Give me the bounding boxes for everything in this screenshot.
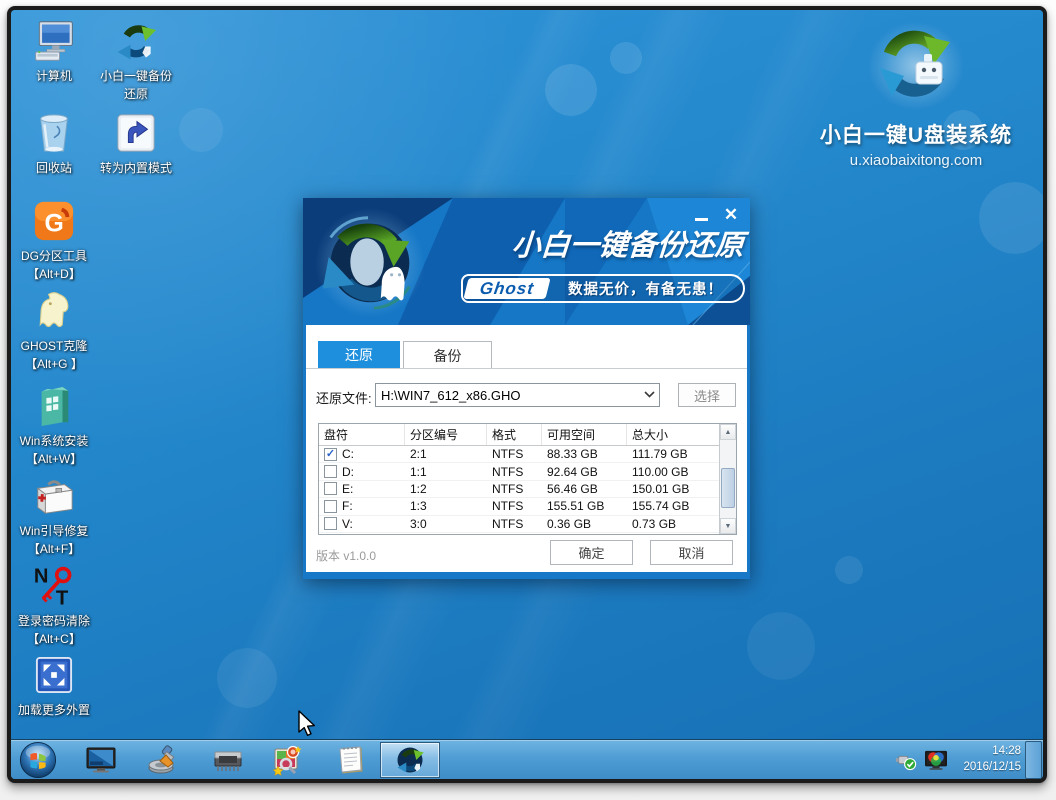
desktop-icon-computer[interactable]: 计算机 xyxy=(11,18,97,85)
col-partition: 分区编号 xyxy=(405,424,487,445)
start-button[interactable] xyxy=(19,741,57,779)
table-scrollbar[interactable]: ▲ ▼ xyxy=(719,424,736,534)
show-desktop-button[interactable] xyxy=(1025,741,1042,779)
ghost-clone-icon xyxy=(31,288,77,334)
col-free: 可用空间 xyxy=(542,424,627,445)
desktop-icon-label: 小白一键备份 还原 xyxy=(100,67,172,103)
dialog-body: 还原 备份 还原文件: H:\WIN7_612_x86.GHO 选择 盘符 分区… xyxy=(306,325,747,572)
col-drive: 盘符 xyxy=(319,424,405,445)
dialog-title: 小白一键备份还原 xyxy=(507,222,750,264)
table-row[interactable]: F: 1:3 NTFS 155.51 GB 155.74 GB xyxy=(319,498,719,515)
desktop-screen: 计算机 小白一键备份 还原 回收站 转为内置模式 G DG分区工具 【Alt+D… xyxy=(7,6,1047,783)
tab-restore[interactable]: 还原 xyxy=(318,341,400,369)
recycle-bin-icon xyxy=(31,110,77,156)
system-tray: 14:28 2016/12/15 xyxy=(895,740,1021,780)
svg-text:G: G xyxy=(44,211,63,238)
brand-logo-icon xyxy=(866,20,966,112)
taskbar-imaging-tool-icon[interactable] xyxy=(272,744,304,776)
desktop-icon-load-more[interactable]: 加载更多外置 xyxy=(11,652,97,719)
dg-partition-icon: G xyxy=(31,198,77,244)
col-format: 格式 xyxy=(487,424,542,445)
desktop-icon-dg-partition[interactable]: G DG分区工具 【Alt+D】 xyxy=(11,198,97,283)
taskbar: 14:28 2016/12/15 xyxy=(11,739,1043,779)
internal-mode-icon xyxy=(113,110,159,156)
close-button[interactable]: ✕ xyxy=(722,206,740,224)
desktop-icon-win-install[interactable]: Win系统安装 【Alt+W】 xyxy=(11,383,97,468)
desktop-icon-label: 加载更多外置 xyxy=(18,701,90,719)
tab-divider xyxy=(306,368,747,369)
table-row[interactable]: D: 1:1 NTFS 92.64 GB 110.00 GB xyxy=(319,463,719,480)
restore-file-label: 还原文件: xyxy=(316,388,372,407)
desktop-icon-label: 登录密码清除 【Alt+C】 xyxy=(18,612,90,648)
table-row[interactable]: C: 2:1 NTFS 88.33 GB 111.79 GB xyxy=(319,446,719,463)
scroll-down-icon[interactable]: ▼ xyxy=(720,518,736,534)
row-checkbox[interactable] xyxy=(324,500,337,513)
desktop-icon-backup-restore[interactable]: 小白一键备份 还原 xyxy=(93,18,179,103)
load-more-icon xyxy=(31,652,77,698)
desktop-icon-label: 转为内置模式 xyxy=(100,159,172,177)
ghost-brand-text: Ghost xyxy=(478,279,535,299)
minimize-button[interactable] xyxy=(692,206,710,224)
desktop-icon-internal-mode[interactable]: 转为内置模式 xyxy=(93,110,179,177)
partition-table: 盘符 分区编号 格式 可用空间 总大小 C: 2:1 NTFS 88.33 GB… xyxy=(318,423,737,535)
svg-text:T: T xyxy=(56,587,69,608)
dialog-header: 小白一键备份还原 Ghost 数据无价，有备无患！ ✕ xyxy=(303,198,750,325)
row-checkbox[interactable] xyxy=(324,465,337,478)
ok-button[interactable]: 确定 xyxy=(550,540,633,565)
backup-restore-dialog: 小白一键备份还原 Ghost 数据无价，有备无患！ ✕ 还原 备份 还原文件: … xyxy=(303,198,750,579)
taskbar-memory-icon[interactable] xyxy=(212,744,244,776)
scroll-up-icon[interactable]: ▲ xyxy=(720,424,736,440)
col-total: 总大小 xyxy=(627,424,719,445)
restore-file-select[interactable]: H:\WIN7_612_x86.GHO xyxy=(375,383,660,407)
backup-restore-icon xyxy=(113,18,159,64)
ghost-slogan: 数据无价，有备无患！ xyxy=(548,278,743,299)
brand-title: 小白一键U盘装系统 xyxy=(803,119,1029,149)
desktop-icon-boot-repair[interactable]: Win引导修复 【Alt+F】 xyxy=(11,473,97,558)
computer-icon xyxy=(31,18,77,64)
desktop-icon-label: DG分区工具 【Alt+D】 xyxy=(21,247,87,283)
desktop-icon-label: GHOST克隆 【Alt+G 】 xyxy=(21,337,88,373)
brand-panel: 小白一键U盘装系统 u.xiaobaixitong.com xyxy=(803,20,1029,169)
desktop-icon-label: Win系统安装 【Alt+W】 xyxy=(20,432,89,468)
tab-backup[interactable]: 备份 xyxy=(403,341,492,369)
clock[interactable]: 14:28 2016/12/15 xyxy=(955,744,1021,775)
desktop-icon-label: 回收站 xyxy=(36,159,72,177)
svg-text:N: N xyxy=(34,565,49,587)
taskbar-display-icon[interactable] xyxy=(85,744,117,776)
desktop-icon-label: Win引导修复 【Alt+F】 xyxy=(20,522,89,558)
brand-url: u.xiaobaixitong.com xyxy=(803,152,1029,169)
row-checkbox[interactable] xyxy=(324,448,337,461)
taskbar-disk-cleanup-icon[interactable] xyxy=(147,744,179,776)
ghost-badge: Ghost 数据无价，有备无患！ xyxy=(461,274,745,303)
ghost-brand-chip: Ghost xyxy=(463,278,550,299)
display-color-icon[interactable] xyxy=(924,749,948,771)
table-row[interactable]: V: 3:0 NTFS 0.36 GB 0.73 GB xyxy=(319,516,719,533)
choose-file-button[interactable]: 选择 xyxy=(678,383,736,407)
win-install-icon xyxy=(31,383,77,429)
clock-date: 2016/12/15 xyxy=(955,760,1021,776)
desktop-icon-recycle-bin[interactable]: 回收站 xyxy=(11,110,97,177)
desktop-icon-ghost-clone[interactable]: GHOST克隆 【Alt+G 】 xyxy=(11,288,97,373)
taskbar-active-app-button[interactable] xyxy=(380,742,440,778)
cancel-button[interactable]: 取消 xyxy=(650,540,733,565)
taskbar-backup-app-icon xyxy=(395,745,425,775)
desktop-icon-password-clear[interactable]: NT 登录密码清除 【Alt+C】 xyxy=(11,563,97,648)
chevron-down-icon[interactable] xyxy=(639,389,659,401)
table-header-row: 盘符 分区编号 格式 可用空间 总大小 xyxy=(319,424,719,446)
taskbar-notepad-icon[interactable] xyxy=(335,744,367,776)
restore-file-value: H:\WIN7_612_x86.GHO xyxy=(376,388,639,403)
password-clear-icon: NT xyxy=(31,563,77,609)
row-checkbox[interactable] xyxy=(324,482,337,495)
usb-safely-remove-icon[interactable] xyxy=(895,749,917,771)
boot-repair-icon xyxy=(31,473,77,519)
version-label: 版本 v1.0.0 xyxy=(316,547,376,564)
scrollbar-thumb[interactable] xyxy=(721,468,735,508)
row-checkbox[interactable] xyxy=(324,517,337,530)
table-row[interactable]: E: 1:2 NTFS 56.46 GB 150.01 GB xyxy=(319,481,719,498)
desktop-icon-label: 计算机 xyxy=(36,67,72,85)
clock-time: 14:28 xyxy=(955,744,1021,760)
dialog-logo-icon xyxy=(311,202,429,320)
